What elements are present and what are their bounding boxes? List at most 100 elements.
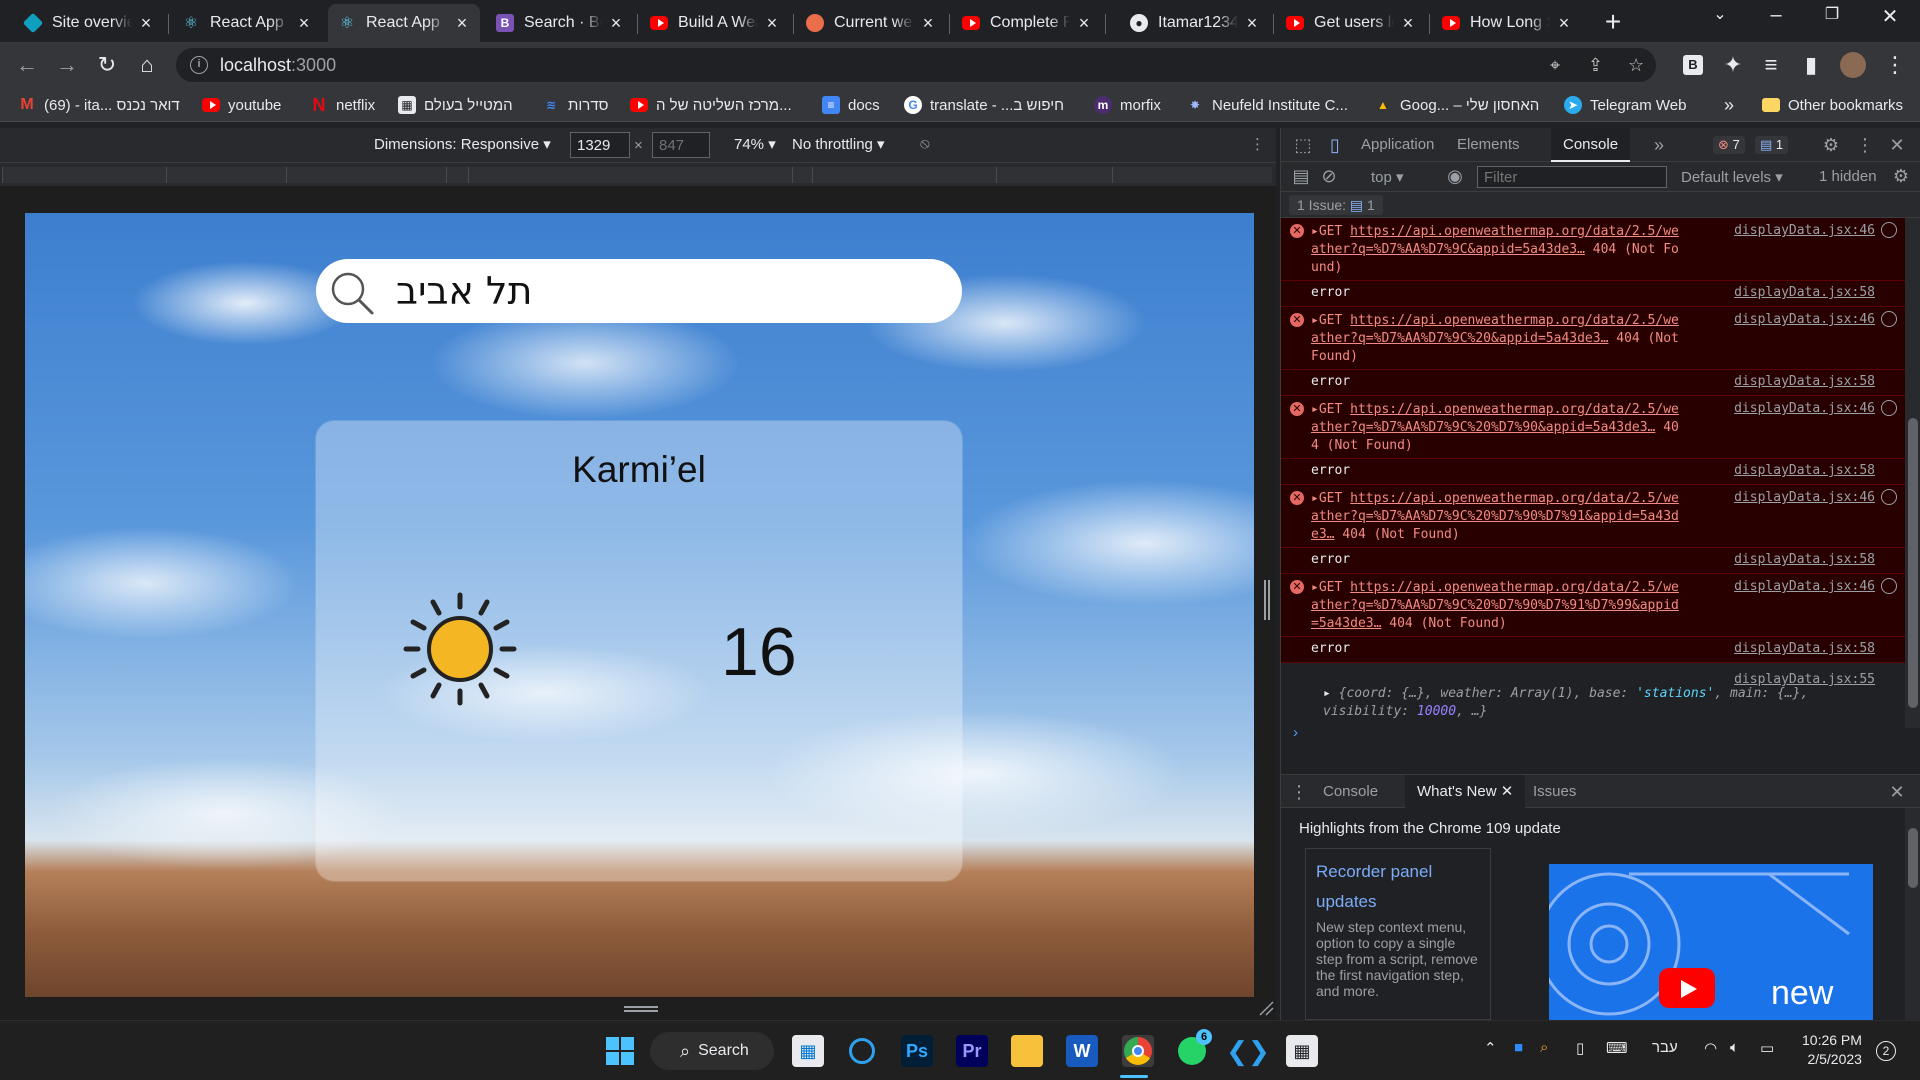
source-link[interactable]: displayData.jsx:58 bbox=[1734, 463, 1875, 478]
tab-console[interactable]: Console bbox=[1551, 128, 1631, 162]
tab-get-users[interactable]: Get users lo × bbox=[1276, 4, 1426, 42]
tab-search-chevron-icon[interactable]: ⌄ bbox=[1700, 4, 1740, 24]
close-devtools-icon[interactable]: ✕ bbox=[1887, 135, 1907, 156]
whats-new-title[interactable]: Recorder panel updates bbox=[1316, 857, 1480, 917]
bookmark-docs[interactable]: ≡ docs bbox=[822, 93, 880, 117]
bookmark-translate[interactable]: Gtranslate - ...חיפוש ב bbox=[904, 93, 1064, 117]
request-url-link[interactable]: https://api.openweathermap.org/data/2.5/… bbox=[1311, 402, 1679, 435]
usb-icon[interactable]: ▯ bbox=[1576, 1039, 1584, 1057]
tray-app-icon[interactable]: ■ bbox=[1514, 1039, 1523, 1056]
vscode-icon[interactable]: ❮❯ bbox=[1226, 1035, 1270, 1067]
tab-elements[interactable]: Elements bbox=[1445, 128, 1532, 162]
console-settings-icon[interactable]: ⚙ bbox=[1891, 166, 1911, 187]
source-link[interactable]: displayData.jsx:58 bbox=[1734, 641, 1875, 656]
source-link[interactable]: displayData.jsx:46 bbox=[1734, 490, 1875, 505]
close-icon[interactable]: × bbox=[1400, 14, 1416, 32]
source-link[interactable]: displayData.jsx:55 bbox=[1734, 671, 1875, 689]
log-levels-select[interactable]: Default levels ▾ bbox=[1681, 168, 1783, 186]
console-error-row[interactable]: ✕ ▸GET https://api.openweathermap.org/da… bbox=[1281, 574, 1905, 637]
back-button[interactable]: ← bbox=[12, 50, 42, 80]
bookmark-neufeld[interactable]: ✸ Neufeld Institute C... bbox=[1186, 93, 1348, 117]
source-link[interactable]: displayData.jsx:46 bbox=[1734, 401, 1875, 416]
other-bookmarks[interactable]: Other bookmarks bbox=[1762, 93, 1903, 117]
site-info-icon[interactable]: i bbox=[190, 56, 208, 74]
whats-new-item[interactable]: Recorder panel updates New step context … bbox=[1305, 848, 1491, 1020]
address-bar[interactable]: i localhost:3000 ⌖ ⇪ ☆ bbox=[176, 48, 1656, 82]
issues-link[interactable]: 1 Issue: ▤ 1 bbox=[1289, 195, 1383, 215]
close-icon[interactable]: × bbox=[764, 14, 780, 32]
tab-react-app-1[interactable]: ⚛ React App × bbox=[172, 4, 322, 42]
bootstrap-extension-icon[interactable]: B bbox=[1678, 50, 1708, 80]
drawer-menu-icon[interactable]: ⋮ bbox=[1289, 782, 1309, 803]
close-icon[interactable]: ✕ bbox=[1501, 783, 1514, 800]
device-toolbar-icon[interactable]: ▯ bbox=[1325, 135, 1345, 156]
tab-github[interactable]: ● Itamar1234 × bbox=[1120, 4, 1270, 42]
message-count-badge[interactable]: ▤ 1 bbox=[1755, 136, 1789, 154]
more-bookmarks-button[interactable]: » bbox=[1724, 93, 1734, 117]
city-search-bar[interactable] bbox=[316, 259, 962, 323]
console-error-row[interactable]: ✕ ▸GET https://api.openweathermap.org/da… bbox=[1281, 307, 1905, 370]
share-icon[interactable]: ⇪ bbox=[1588, 55, 1603, 76]
store-icon[interactable]: ▦ bbox=[792, 1035, 824, 1067]
console-scrollbar[interactable] bbox=[1905, 218, 1920, 728]
photoshop-icon[interactable]: Ps bbox=[901, 1035, 933, 1067]
network-request-icon[interactable] bbox=[1881, 400, 1897, 416]
notification-count-badge[interactable]: 2 bbox=[1876, 1041, 1896, 1061]
media-query-ruler[interactable] bbox=[0, 162, 1276, 186]
wifi-icon[interactable]: ◠ bbox=[1704, 1039, 1717, 1057]
source-link[interactable]: displayData.jsx:58 bbox=[1734, 374, 1875, 389]
device-height-input[interactable] bbox=[652, 132, 710, 158]
drawer-tab-issues[interactable]: Issues bbox=[1521, 775, 1588, 809]
minimize-button[interactable]: – bbox=[1756, 4, 1796, 27]
source-link[interactable]: displayData.jsx:58 bbox=[1734, 285, 1875, 300]
whats-new-video-thumbnail[interactable]: new bbox=[1549, 864, 1873, 1020]
bookmark-star-icon[interactable]: ☆ bbox=[1628, 55, 1644, 76]
cortana-icon[interactable] bbox=[846, 1035, 878, 1067]
more-tabs-icon[interactable]: » bbox=[1649, 135, 1669, 156]
tab-current-weather[interactable]: Current weather × bbox=[796, 4, 946, 42]
settings-gear-icon[interactable]: ⚙ bbox=[1821, 135, 1841, 156]
viewport-height-handle[interactable] bbox=[624, 1006, 658, 1012]
dimensions-select[interactable]: Dimensions: Responsive ▾ bbox=[374, 135, 551, 153]
source-link[interactable]: displayData.jsx:58 bbox=[1734, 552, 1875, 567]
bookmark-youtube[interactable]: youtube bbox=[202, 93, 281, 117]
new-tab-button[interactable]: + bbox=[1598, 6, 1628, 38]
bookmark-netflix[interactable]: Nnetflix bbox=[310, 93, 376, 117]
console-prompt[interactable]: › bbox=[1293, 724, 1298, 741]
source-link[interactable]: displayData.jsx:46 bbox=[1734, 579, 1875, 594]
device-more-icon[interactable]: ⋮ bbox=[1250, 135, 1265, 153]
keyboard-icon[interactable]: ⌨ bbox=[1606, 1039, 1628, 1057]
source-link[interactable]: displayData.jsx:46 bbox=[1734, 312, 1875, 327]
bookmark-series[interactable]: ≋ סדרות bbox=[542, 93, 608, 117]
console-error-row[interactable]: ✕ ▸GET https://api.openweathermap.org/da… bbox=[1281, 218, 1905, 281]
throttling-select[interactable]: No throttling ▾ bbox=[792, 135, 885, 153]
viewport-width-handle[interactable] bbox=[1264, 580, 1270, 620]
close-icon[interactable]: × bbox=[1076, 14, 1092, 32]
tab-application[interactable]: Application bbox=[1349, 128, 1446, 162]
inspect-element-icon[interactable]: ⬚ bbox=[1293, 135, 1313, 156]
live-expression-eye-icon[interactable]: ◉ bbox=[1445, 166, 1465, 187]
location-icon[interactable]: ⌖ bbox=[1550, 55, 1560, 76]
tab-bootstrap-search[interactable]: B Search · Bootstrap × bbox=[486, 4, 634, 42]
avatar[interactable] bbox=[1838, 50, 1868, 80]
chrome-icon[interactable] bbox=[1122, 1035, 1154, 1067]
close-icon[interactable]: × bbox=[296, 14, 312, 32]
source-link[interactable]: displayData.jsx:46 bbox=[1734, 223, 1875, 238]
tab-site-overview[interactable]: Site overview × bbox=[14, 4, 164, 42]
close-icon[interactable]: × bbox=[1556, 14, 1572, 32]
side-panel-icon[interactable]: ▮ bbox=[1796, 50, 1826, 80]
network-request-icon[interactable] bbox=[1881, 489, 1897, 505]
windows-start-icon[interactable] bbox=[604, 1035, 636, 1067]
premiere-icon[interactable]: Pr bbox=[956, 1035, 988, 1067]
devtools-more-icon[interactable]: ⋮ bbox=[1855, 135, 1875, 156]
console-filter-input[interactable] bbox=[1477, 166, 1667, 188]
battery-icon[interactable]: ▭ bbox=[1760, 1039, 1774, 1057]
drawer-tab-whats-new[interactable]: What's New ✕ bbox=[1405, 775, 1526, 809]
close-icon[interactable]: × bbox=[608, 14, 624, 32]
calculator-icon[interactable]: ▦ bbox=[1286, 1035, 1318, 1067]
volume-icon[interactable]: 🔈︎ bbox=[1730, 1039, 1739, 1056]
drawer-scrollbar[interactable] bbox=[1905, 808, 1920, 1020]
file-explorer-icon[interactable] bbox=[1011, 1035, 1043, 1067]
bookmark-gmail[interactable]: M (69) - ita... דואר נכנס bbox=[18, 93, 179, 117]
error-count-badge[interactable]: ⊗ 7 bbox=[1713, 136, 1745, 154]
